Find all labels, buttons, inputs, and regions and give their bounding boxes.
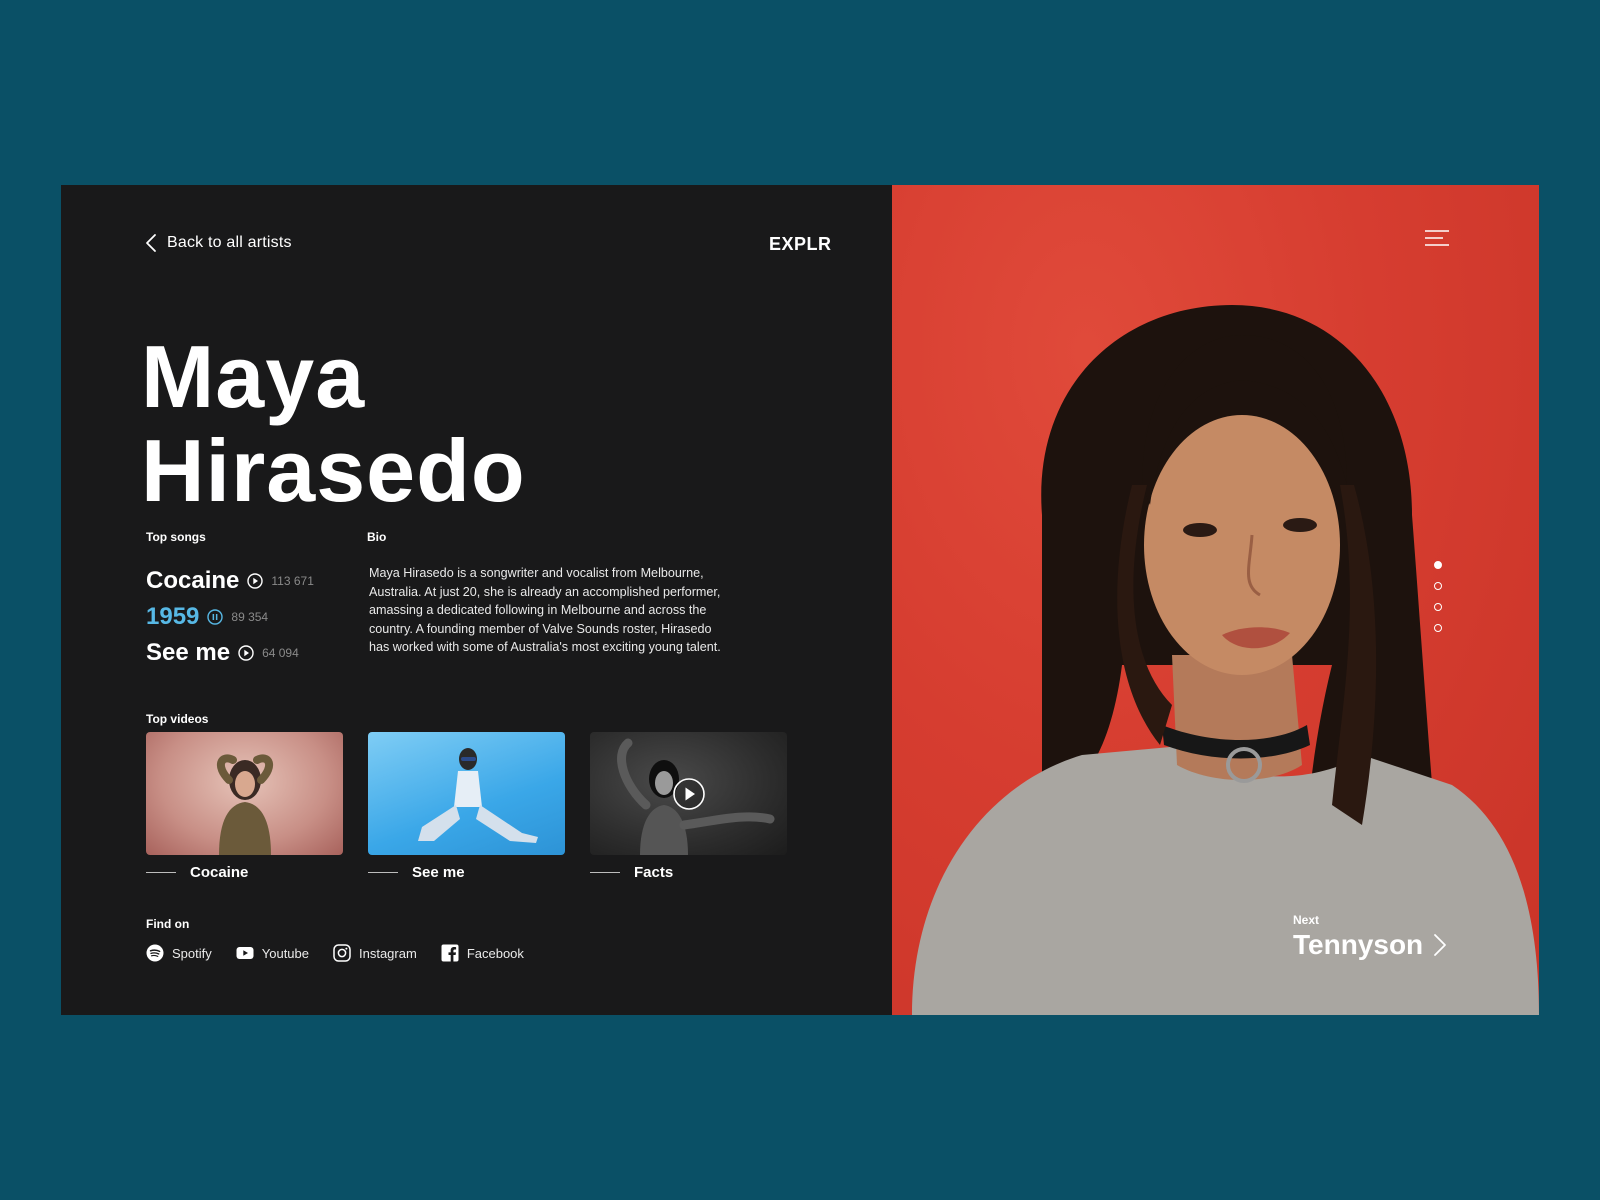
play-circle-icon[interactable] xyxy=(247,573,264,589)
chevron-right-icon xyxy=(1434,934,1447,956)
artist-name: Maya Hirasedo xyxy=(141,330,526,518)
artist-last-name: Hirasedo xyxy=(141,421,526,520)
social-link-label: Youtube xyxy=(261,945,309,961)
menu-icon[interactable] xyxy=(1424,229,1450,247)
top-videos-heading: Top videos xyxy=(146,712,209,726)
spotify-icon xyxy=(146,944,164,962)
play-circle-icon[interactable] xyxy=(238,645,254,661)
song-play-count: 113 671 xyxy=(271,574,314,588)
instagram-icon xyxy=(333,944,351,962)
brand-logo[interactable]: EXPLR xyxy=(769,234,832,255)
chevron-left-icon xyxy=(146,234,156,252)
play-circle-icon[interactable] xyxy=(672,777,706,811)
song-title: See me xyxy=(146,639,231,666)
video-caption: Facts xyxy=(590,864,787,881)
video-card[interactable]: Facts xyxy=(590,732,787,881)
artist-page: Back to all artists EXPLR Maya Hirasedo … xyxy=(61,185,1539,1015)
artist-info-panel: Back to all artists EXPLR Maya Hirasedo … xyxy=(61,185,892,1015)
social-link-spotify[interactable]: Spotify xyxy=(146,944,212,962)
social-link-label: Instagram xyxy=(359,945,417,961)
video-title: See me xyxy=(412,864,465,881)
song-title: Cocaine xyxy=(146,567,240,594)
social-link-label: Facebook xyxy=(466,945,524,961)
find-on-heading: Find on xyxy=(146,917,190,931)
artist-figure-image xyxy=(216,754,273,855)
next-label: Next xyxy=(1293,913,1320,927)
video-thumbnail[interactable] xyxy=(590,732,787,855)
back-to-artists-link[interactable]: Back to all artists xyxy=(145,233,292,253)
social-link-instagram[interactable]: Instagram xyxy=(333,944,417,962)
slide-pagination xyxy=(1434,561,1442,632)
pagination-dot[interactable] xyxy=(1434,582,1442,590)
video-thumbnail[interactable] xyxy=(368,732,565,855)
pagination-dot[interactable] xyxy=(1434,624,1442,632)
caption-divider xyxy=(590,872,620,873)
song-item[interactable]: See me 64 094 xyxy=(146,635,314,671)
top-videos-list: Cocaine See me Facts xyxy=(146,732,787,881)
pagination-dot[interactable] xyxy=(1434,603,1442,611)
video-caption: See me xyxy=(368,864,565,881)
top-songs-list: Cocaine 113 671 1959 89 354 See me 64 09… xyxy=(146,563,314,671)
video-thumbnail[interactable] xyxy=(146,732,343,855)
next-artist-row: Tennyson xyxy=(1293,929,1447,961)
bio-text: Maya Hirasedo is a songwriter and vocali… xyxy=(369,566,721,654)
youtube-icon xyxy=(236,947,254,959)
video-title: Cocaine xyxy=(190,864,249,881)
song-title: 1959 xyxy=(146,603,200,630)
social-link-label: Spotify xyxy=(172,945,212,961)
next-artist-name: Tennyson xyxy=(1293,929,1424,960)
social-link-facebook[interactable]: Facebook xyxy=(441,944,524,962)
social-link-youtube[interactable]: Youtube xyxy=(236,944,309,962)
video-title: Facts xyxy=(634,864,674,881)
video-card[interactable]: See me xyxy=(368,732,565,881)
caption-divider xyxy=(146,872,176,873)
pagination-dot[interactable] xyxy=(1434,561,1442,569)
pause-circle-icon[interactable] xyxy=(207,609,224,625)
top-songs-heading: Top songs xyxy=(146,530,206,544)
song-item[interactable]: 1959 89 354 xyxy=(146,599,314,635)
bio-heading: Bio xyxy=(367,530,387,544)
social-links: Spotify Youtube Instagram Facebook xyxy=(146,944,524,962)
facebook-icon xyxy=(441,944,459,962)
next-artist-link[interactable]: Next Tennyson xyxy=(1293,913,1447,961)
artist-figure-image xyxy=(417,748,538,843)
caption-divider xyxy=(368,872,398,873)
artist-photo-panel: Next Tennyson xyxy=(892,185,1539,1015)
video-caption: Cocaine xyxy=(146,864,343,881)
back-link-label: Back to all artists xyxy=(167,234,292,251)
artist-first-name: Maya xyxy=(141,327,366,426)
video-card[interactable]: Cocaine xyxy=(146,732,343,881)
song-play-count: 64 094 xyxy=(262,646,299,660)
song-item[interactable]: Cocaine 113 671 xyxy=(146,563,314,599)
song-play-count: 89 354 xyxy=(231,610,269,624)
